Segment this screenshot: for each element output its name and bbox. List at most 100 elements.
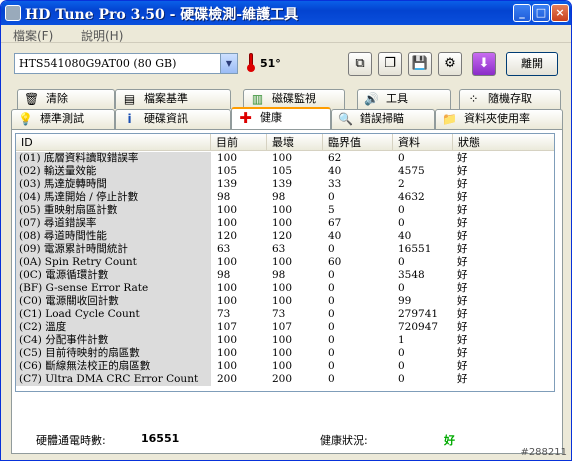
- tab-info[interactable]: i 硬碟資訊: [115, 109, 231, 129]
- table-row[interactable]: (02) 輸送量效能 105 105 40 4575 好: [16, 165, 554, 178]
- table-row[interactable]: (0C) 電源循環計數 98 98 0 3548 好: [16, 269, 554, 282]
- data-value: 0: [398, 373, 405, 385]
- close-button[interactable]: ×: [551, 4, 569, 22]
- attribute-id: (0C) 電源循環計數: [16, 269, 211, 282]
- tab-error-scan[interactable]: 🔍 錯誤掃瞄: [331, 109, 435, 129]
- table-row[interactable]: (C6) 斷線無法校正的扇區數 100 100 0 0 好: [16, 360, 554, 373]
- attribute-id: (09) 電源累計時間統計: [16, 243, 211, 256]
- save-icon[interactable]: 💾: [408, 52, 432, 76]
- health-status-value: 好: [444, 434, 455, 447]
- threshold-value: 0: [328, 191, 335, 203]
- current-value: 100: [217, 282, 238, 294]
- exit-button[interactable]: 離開: [506, 52, 558, 76]
- table-row[interactable]: (C7) Ultra DMA CRC Error Count 200 200 0 0 好: [16, 373, 554, 386]
- table-row[interactable]: (0A) Spin Retry Count 100 100 60 0 好: [16, 256, 554, 269]
- status-value: 好: [457, 191, 468, 203]
- column-header-id[interactable]: ID: [16, 134, 211, 151]
- current-value: 120: [217, 230, 238, 242]
- status-value: 好: [457, 217, 468, 229]
- smart-table[interactable]: ID 目前 最壞 臨界值 資料 狀態 (01) 底層資料讀取錯誤率 100 100 6…: [15, 133, 555, 392]
- table-row[interactable]: (C4) 分配事件計數 100 100 0 1 好: [16, 334, 554, 347]
- table-row[interactable]: (07) 尋道錯誤率 100 100 67 0 好: [16, 217, 554, 230]
- threshold-value: 0: [328, 321, 335, 333]
- drive-select[interactable]: HTS541080G9AT00 (80 GB) ▼: [14, 53, 238, 74]
- table-row[interactable]: (04) 馬達開始 / 停止計數 98 98 0 4632 好: [16, 191, 554, 204]
- threshold-value: 0: [328, 360, 335, 372]
- data-value: 16551: [398, 243, 432, 255]
- tab-file-benchmark[interactable]: ▤ 檔案基準: [115, 89, 231, 109]
- data-value: 4632: [398, 191, 425, 203]
- attribute-id: (C0) 電源關收回計數: [16, 295, 211, 308]
- maximize-button[interactable]: □: [532, 4, 550, 22]
- download-icon[interactable]: ⬇: [472, 52, 496, 76]
- worst-value: 100: [272, 347, 293, 359]
- status-value: 好: [457, 230, 468, 242]
- table-row[interactable]: (03) 馬達旋轉時間 139 139 33 2 好: [16, 178, 554, 191]
- menu-help[interactable]: 說明(H): [81, 27, 123, 44]
- current-value: 98: [217, 191, 231, 203]
- attribute-id: (08) 尋道時間性能: [16, 230, 211, 243]
- worst-value: 100: [272, 152, 293, 164]
- data-value: 279741: [398, 308, 439, 320]
- attribute-id: (02) 輸送量效能: [16, 165, 211, 178]
- worst-value: 100: [272, 256, 293, 268]
- data-value: 2: [398, 178, 405, 190]
- table-row[interactable]: (05) 重映射扇區計數 100 100 5 0 好: [16, 204, 554, 217]
- chevron-down-icon[interactable]: ▼: [220, 54, 237, 73]
- current-value: 100: [217, 256, 238, 268]
- tab-disk-monitor[interactable]: ▥ 磁碟監視: [243, 89, 345, 109]
- lightbulb-icon: 💡: [18, 112, 33, 126]
- threshold-value: 67: [328, 217, 342, 229]
- table-row[interactable]: (01) 底層資料讀取錯誤率 100 100 62 0 好: [16, 152, 554, 165]
- table-row[interactable]: (09) 電源累計時間統計 63 63 0 16551 好: [16, 243, 554, 256]
- title-bar[interactable]: HD Tune Pro 3.50 - 硬碟檢測-維護工具 _ □ ×: [1, 1, 571, 25]
- chart-icon: ▥: [251, 92, 264, 106]
- threshold-value: 0: [328, 282, 335, 294]
- column-header-threshold[interactable]: 臨界值: [323, 134, 393, 151]
- copy-all-icon[interactable]: ❐: [378, 52, 402, 76]
- tab-benchmark[interactable]: 💡 標準測試: [11, 109, 115, 129]
- column-header-data[interactable]: 資料: [393, 134, 453, 151]
- tab-random-access[interactable]: ⁘ 隨機存取: [459, 89, 561, 109]
- table-row[interactable]: (C5) 目前待映射的扇區數 100 100 0 0 好: [16, 347, 554, 360]
- menu-file[interactable]: 檔案(F): [13, 27, 53, 44]
- copy-icon[interactable]: ⧉: [348, 52, 372, 76]
- threshold-value: 40: [328, 230, 342, 242]
- status-value: 好: [457, 282, 468, 294]
- current-value: 100: [217, 217, 238, 229]
- info-icon: i: [127, 112, 132, 126]
- threshold-value: 33: [328, 178, 342, 190]
- minimize-button[interactable]: _: [513, 4, 531, 22]
- table-row[interactable]: (08) 尋道時間性能 120 120 40 40 好: [16, 230, 554, 243]
- worst-value: 100: [272, 295, 293, 307]
- trash-icon: 🗑: [24, 92, 40, 106]
- table-row[interactable]: (C1) Load Cycle Count 73 73 0 279741 好: [16, 308, 554, 321]
- worst-value: 200: [272, 373, 293, 385]
- tab-erase[interactable]: 🗑 清除: [17, 89, 115, 109]
- column-header-worst[interactable]: 最壞: [267, 134, 323, 151]
- column-header-current[interactable]: 目前: [211, 134, 267, 151]
- current-value: 100: [217, 347, 238, 359]
- app-window: HD Tune Pro 3.50 - 硬碟檢測-維護工具 _ □ × 檔案(F)…: [0, 0, 572, 461]
- current-value: 107: [217, 321, 238, 333]
- threshold-value: 0: [328, 334, 335, 346]
- current-value: 100: [217, 152, 238, 164]
- status-value: 好: [457, 165, 468, 177]
- column-header-status[interactable]: 狀態: [453, 134, 554, 151]
- status-value: 好: [457, 334, 468, 346]
- table-row[interactable]: (BF) G-sense Error Rate 100 100 0 0 好: [16, 282, 554, 295]
- threshold-value: 0: [328, 243, 335, 255]
- tab-folder-usage[interactable]: 📁 資料夾使用率: [435, 109, 563, 129]
- options-icon[interactable]: ⚙: [438, 52, 462, 76]
- current-value: 73: [217, 308, 231, 320]
- worst-value: 100: [272, 360, 293, 372]
- table-row[interactable]: (C0) 電源關收回計數 100 100 0 99 好: [16, 295, 554, 308]
- data-value: 40: [398, 230, 412, 242]
- tab-health[interactable]: ✚ 健康: [231, 107, 331, 129]
- data-value: 0: [398, 204, 405, 216]
- data-value: 0: [398, 360, 405, 372]
- table-row[interactable]: (C2) 溫度 107 107 0 720947 好: [16, 321, 554, 334]
- status-value: 好: [457, 360, 468, 372]
- attribute-id: (BF) G-sense Error Rate: [16, 282, 211, 295]
- tab-tools[interactable]: 🔊 工具: [357, 89, 451, 109]
